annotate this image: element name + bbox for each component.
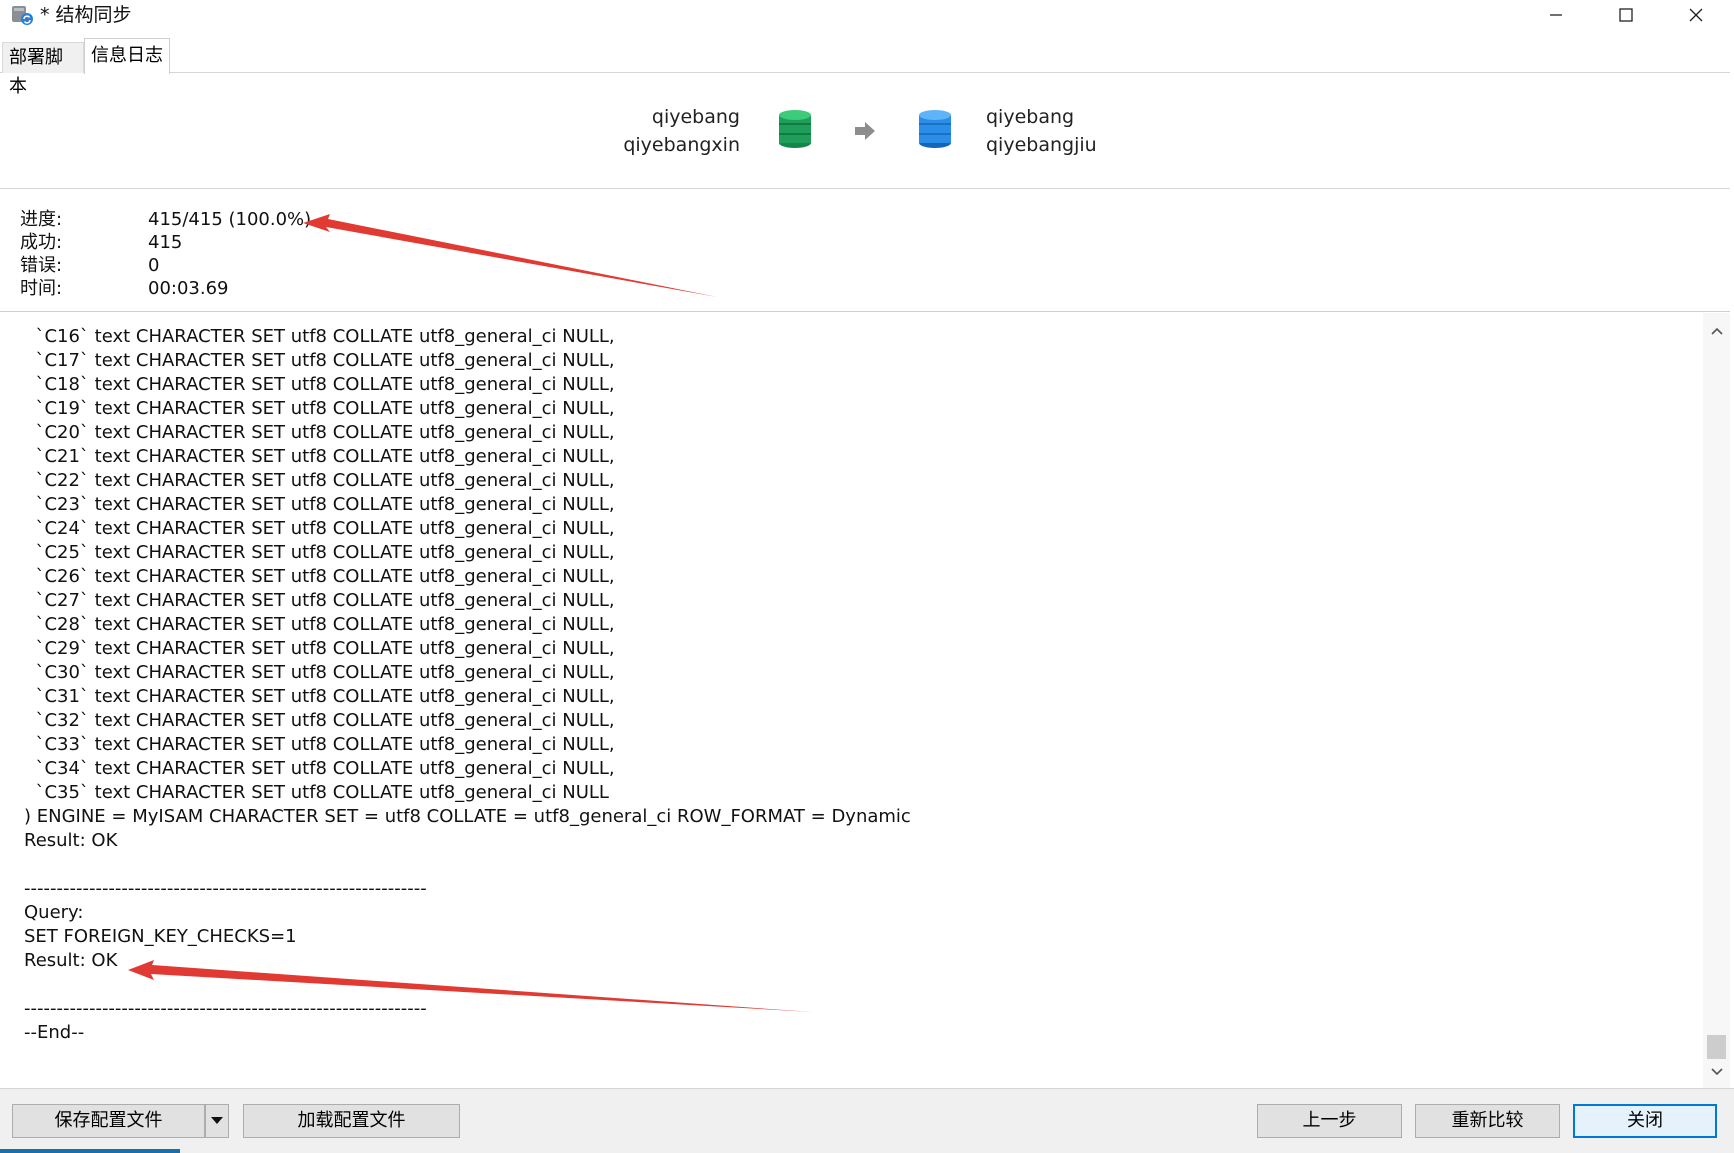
previous-step-button[interactable]: 上一步 <box>1257 1104 1402 1138</box>
source-names: qiyebang qiyebangxin <box>623 103 740 159</box>
log-line: `C18` text CHARACTER SET utf8 COLLATE ut… <box>24 374 615 395</box>
log-line: ----------------------------------------… <box>24 878 427 899</box>
log-line: `C30` text CHARACTER SET utf8 COLLATE ut… <box>24 662 615 683</box>
log-line: `C35` text CHARACTER SET utf8 COLLATE ut… <box>24 782 609 803</box>
window-title: * 结构同步 <box>40 4 132 26</box>
target-database-icon <box>919 110 951 148</box>
save-config-dropdown[interactable] <box>205 1104 229 1138</box>
close-icon <box>1689 8 1703 22</box>
log-line: `C33` text CHARACTER SET utf8 COLLATE ut… <box>24 734 615 755</box>
source-database-icon <box>779 110 811 148</box>
log-line: `C20` text CHARACTER SET utf8 COLLATE ut… <box>24 422 615 443</box>
log-line: `C25` text CHARACTER SET utf8 COLLATE ut… <box>24 542 615 563</box>
sync-stats: 进度: 415/415 (100.0%) 成功: 415 错误: 0 时间: 0… <box>0 190 1730 312</box>
log-line: `C31` text CHARACTER SET utf8 COLLATE ut… <box>24 686 615 707</box>
log-line: ) ENGINE = MyISAM CHARACTER SET = utf8 C… <box>24 806 911 827</box>
close-button[interactable]: 关闭 <box>1573 1104 1717 1138</box>
tab-deploy-script[interactable]: 部署脚本 <box>2 42 84 97</box>
log-line: SET FOREIGN_KEY_CHECKS=1 <box>24 926 297 947</box>
log-line: `C32` text CHARACTER SET utf8 COLLATE ut… <box>24 710 615 731</box>
stat-value: 415 <box>148 232 183 253</box>
log-line: `C24` text CHARACTER SET utf8 COLLATE ut… <box>24 518 615 539</box>
scroll-down-button[interactable] <box>1703 1060 1730 1084</box>
recompare-button[interactable]: 重新比较 <box>1415 1104 1560 1138</box>
arrow-right-icon <box>855 122 875 140</box>
scroll-thumb[interactable] <box>1707 1035 1726 1059</box>
stat-label: 时间: <box>20 278 63 299</box>
source-database: qiyebangxin <box>623 134 740 156</box>
maximize-icon <box>1619 8 1633 22</box>
connection-header: qiyebang qiyebangxin qiyebang qiyebangji… <box>0 73 1730 189</box>
log-lines: `C16` text CHARACTER SET utf8 COLLATE ut… <box>24 325 911 1045</box>
log-line: `C28` text CHARACTER SET utf8 COLLATE ut… <box>24 614 615 635</box>
log-line: `C16` text CHARACTER SET utf8 COLLATE ut… <box>24 326 615 347</box>
log-line: `C23` text CHARACTER SET utf8 COLLATE ut… <box>24 494 615 515</box>
load-config-button[interactable]: 加载配置文件 <box>243 1104 460 1138</box>
log-line: `C19` text CHARACTER SET utf8 COLLATE ut… <box>24 398 615 419</box>
footer-bar: 保存配置文件 加载配置文件 上一步 重新比较 关闭 <box>0 1088 1734 1153</box>
taskbar-edge <box>0 1149 180 1153</box>
tab-bar: 部署脚本 信息日志 <box>0 38 1730 97</box>
stat-label: 成功: <box>20 232 63 253</box>
title-bar: * 结构同步 <box>0 0 1734 30</box>
maximize-button[interactable] <box>1591 0 1661 30</box>
chevron-down-icon <box>1710 1068 1723 1076</box>
minimize-button[interactable] <box>1521 0 1591 30</box>
log-line: Result: OK <box>24 950 118 971</box>
stat-label: 错误: <box>20 255 63 276</box>
log-line: Query: <box>24 902 84 923</box>
save-config-button[interactable]: 保存配置文件 <box>12 1104 205 1138</box>
log-line: `C17` text CHARACTER SET utf8 COLLATE ut… <box>24 350 615 371</box>
log-line: ----------------------------------------… <box>24 998 427 1019</box>
vertical-scrollbar[interactable] <box>1703 313 1730 1088</box>
target-names: qiyebang qiyebangjiu <box>986 103 1097 159</box>
log-line: `C34` text CHARACTER SET utf8 COLLATE ut… <box>24 758 615 779</box>
log-line: `C27` text CHARACTER SET utf8 COLLATE ut… <box>24 590 615 611</box>
log-line: `C29` text CHARACTER SET utf8 COLLATE ut… <box>24 638 615 659</box>
stat-value: 415/415 (100.0%) <box>148 209 312 230</box>
stat-value: 0 <box>148 255 160 276</box>
minimize-icon <box>1550 14 1562 16</box>
scroll-up-button[interactable] <box>1703 319 1730 343</box>
dropdown-arrow-icon <box>211 1117 223 1124</box>
target-database: qiyebangjiu <box>986 134 1097 156</box>
log-line: Result: OK <box>24 830 118 851</box>
target-connection: qiyebang <box>986 106 1075 128</box>
tab-info-log[interactable]: 信息日志 <box>84 38 170 74</box>
log-line: `C22` text CHARACTER SET utf8 COLLATE ut… <box>24 470 615 491</box>
log-line: `C26` text CHARACTER SET utf8 COLLATE ut… <box>24 566 615 587</box>
stat-label: 进度: <box>20 209 63 230</box>
source-connection: qiyebang <box>651 106 740 128</box>
close-window-button[interactable] <box>1661 0 1731 30</box>
chevron-up-icon <box>1710 327 1723 335</box>
log-output[interactable]: `C16` text CHARACTER SET utf8 COLLATE ut… <box>0 313 1730 1088</box>
app-icon <box>12 6 33 25</box>
log-line: `C21` text CHARACTER SET utf8 COLLATE ut… <box>24 446 615 467</box>
stat-value: 00:03.69 <box>148 278 229 299</box>
log-line: --End-- <box>24 1022 85 1043</box>
